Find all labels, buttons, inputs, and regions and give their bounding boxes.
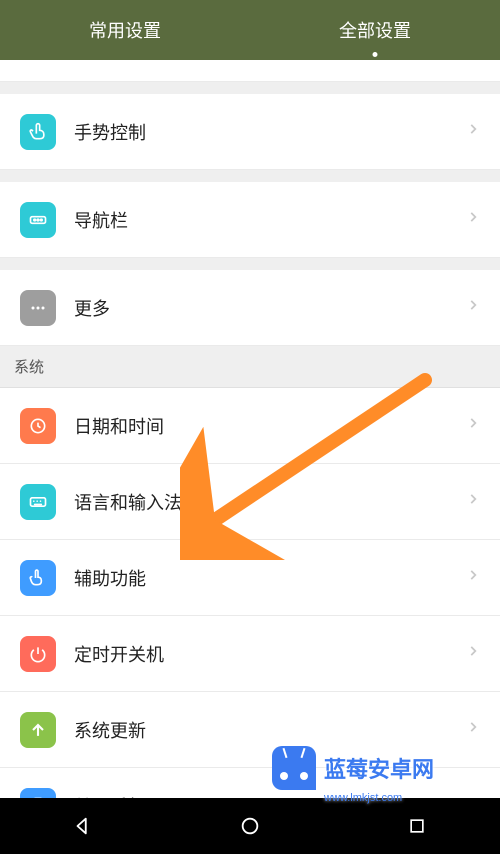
section-title: 系统 — [14, 356, 44, 377]
row-left: 系统更新 — [20, 712, 146, 748]
android-nav-bar — [0, 798, 500, 854]
nav-recent-button[interactable] — [387, 806, 447, 846]
watermark: 蓝莓安卓网 www.lmkjst.com — [272, 746, 492, 790]
row-label: 系统更新 — [74, 717, 146, 743]
section-gap — [0, 258, 500, 270]
keyboard-icon — [20, 484, 56, 520]
tab-label: 全部设置 — [339, 21, 411, 41]
row-date-time[interactable]: 日期和时间 — [0, 388, 500, 464]
chevron-right-icon — [466, 122, 480, 141]
chevron-right-icon — [466, 210, 480, 229]
touch-icon — [20, 114, 56, 150]
row-label: 更多 — [74, 295, 110, 321]
tab-label: 常用设置 — [89, 21, 161, 41]
section-gap — [0, 170, 500, 182]
row-label: 辅助功能 — [74, 565, 146, 591]
row-left: 定时开关机 — [20, 636, 164, 672]
row-label: 导航栏 — [74, 207, 128, 233]
row-scheduled-power[interactable]: 定时开关机 — [0, 616, 500, 692]
chevron-right-icon — [466, 416, 480, 435]
settings-list: 手势控制 导航栏 更多 — [0, 94, 500, 346]
chevron-right-icon — [466, 568, 480, 587]
section-header-system: 系统 — [0, 346, 500, 388]
power-icon — [20, 636, 56, 672]
row-left: 日期和时间 — [20, 408, 164, 444]
watermark-url: www.lmkjst.com — [324, 792, 402, 804]
row-left: 辅助功能 — [20, 560, 146, 596]
row-left: 更多 — [20, 290, 110, 326]
nav-home-button[interactable] — [220, 806, 280, 846]
section-gap — [0, 82, 500, 94]
row-left: 导航栏 — [20, 202, 128, 238]
watermark-text: 蓝莓安卓网 — [324, 752, 434, 784]
row-left: 手势控制 — [20, 114, 146, 150]
chevron-right-icon — [466, 492, 480, 511]
row-label: 日期和时间 — [74, 413, 164, 439]
row-left: 语言和输入法 — [20, 484, 182, 520]
row-label: 手势控制 — [74, 119, 146, 145]
row-accessibility[interactable]: 辅助功能 — [0, 540, 500, 616]
partial-previous-row — [0, 60, 500, 82]
more-icon — [20, 290, 56, 326]
tab-common-settings[interactable]: 常用设置 — [69, 9, 181, 51]
chevron-right-icon — [466, 298, 480, 317]
row-label: 语言和输入法 — [74, 489, 182, 515]
nav-back-button[interactable] — [53, 806, 113, 846]
arrow-up-icon — [20, 712, 56, 748]
watermark-logo-icon — [272, 746, 316, 790]
navbar-icon — [20, 202, 56, 238]
row-navigation-bar[interactable]: 导航栏 — [0, 182, 500, 258]
tab-all-settings[interactable]: 全部设置 — [319, 9, 431, 51]
chevron-right-icon — [466, 720, 480, 739]
row-language-input[interactable]: 语言和输入法 — [0, 464, 500, 540]
row-gesture-control[interactable]: 手势控制 — [0, 94, 500, 170]
hand-icon — [20, 560, 56, 596]
chevron-right-icon — [466, 644, 480, 663]
row-more[interactable]: 更多 — [0, 270, 500, 346]
row-label: 定时开关机 — [74, 641, 164, 667]
clock-icon — [20, 408, 56, 444]
top-tabs: 常用设置 全部设置 — [0, 0, 500, 60]
